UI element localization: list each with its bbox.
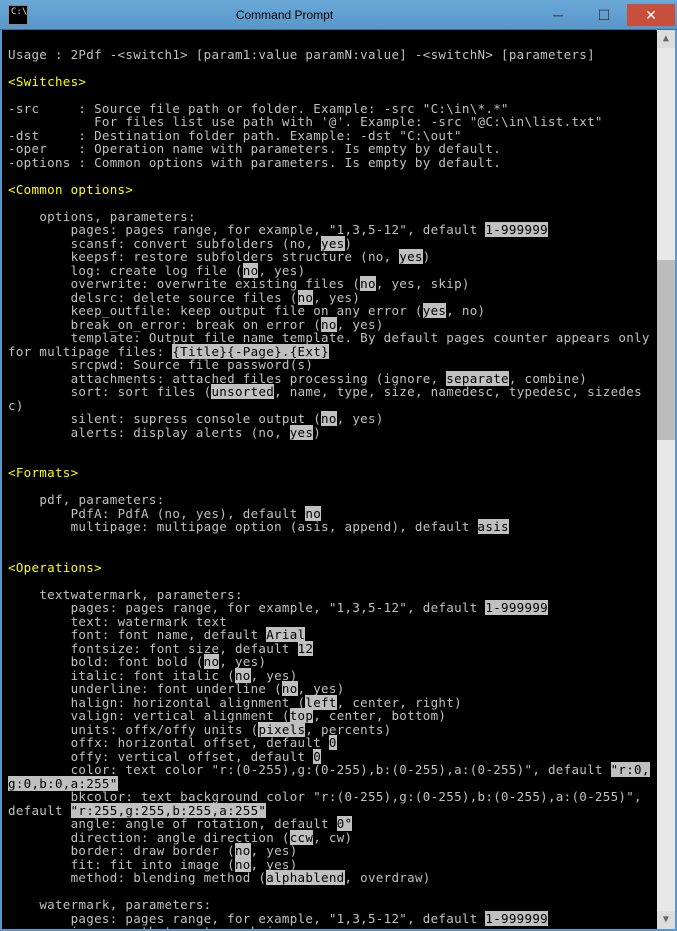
usage-line: Usage : 2Pdf -<switch1> [param1:value pa… <box>8 47 595 62</box>
window-titlebar: C:\ Command Prompt ─ ☐ ✕ <box>0 0 677 30</box>
fm-multipage: multipage: multipage option (asis, appen… <box>8 519 509 534</box>
close-button[interactable]: ✕ <box>627 4 675 26</box>
console-text: Usage : 2Pdf -<switch1> [param1:value pa… <box>8 34 653 931</box>
sw-opts: -options : Common options with parameter… <box>8 155 501 170</box>
tw-bkcolor: bkcolor: text background color "r:(0-255… <box>8 789 650 818</box>
window-frame: Usage : 2Pdf -<switch1> [param1:value pa… <box>0 30 677 931</box>
co-alerts: alerts: display alerts (no, yes) <box>8 425 321 440</box>
scrollbar[interactable]: ▲ ▼ <box>657 30 675 929</box>
scroll-thumb[interactable] <box>657 260 675 440</box>
window-title: Command Prompt <box>34 8 535 22</box>
app-icon: C:\ <box>8 5 28 25</box>
console-area[interactable]: Usage : 2Pdf -<switch1> [param1:value pa… <box>2 30 675 929</box>
minimize-button[interactable]: ─ <box>535 4 581 26</box>
maximize-button[interactable]: ☐ <box>581 4 627 26</box>
app-icon-text: C:\ <box>11 8 27 17</box>
common-heading: <Common options> <box>8 182 133 197</box>
scroll-up-arrow[interactable]: ▲ <box>657 30 675 48</box>
switches-heading: <Switches> <box>8 74 86 89</box>
operations-heading: <Operations> <box>8 560 102 575</box>
co-template: template: Output file name template. By … <box>8 330 658 359</box>
tw-method: method: blending method (alphablend, ove… <box>8 870 431 885</box>
co-sort: sort: sort files (unsorted, name, type, … <box>8 384 642 413</box>
wm-image: image: path to watermark image <box>8 924 305 931</box>
scroll-down-arrow[interactable]: ▼ <box>657 911 675 929</box>
window-controls: ─ ☐ ✕ <box>535 4 675 26</box>
formats-heading: <Formats> <box>8 465 78 480</box>
tw-color: color: text color "r:(0-255),g:(0-255),b… <box>8 762 650 791</box>
